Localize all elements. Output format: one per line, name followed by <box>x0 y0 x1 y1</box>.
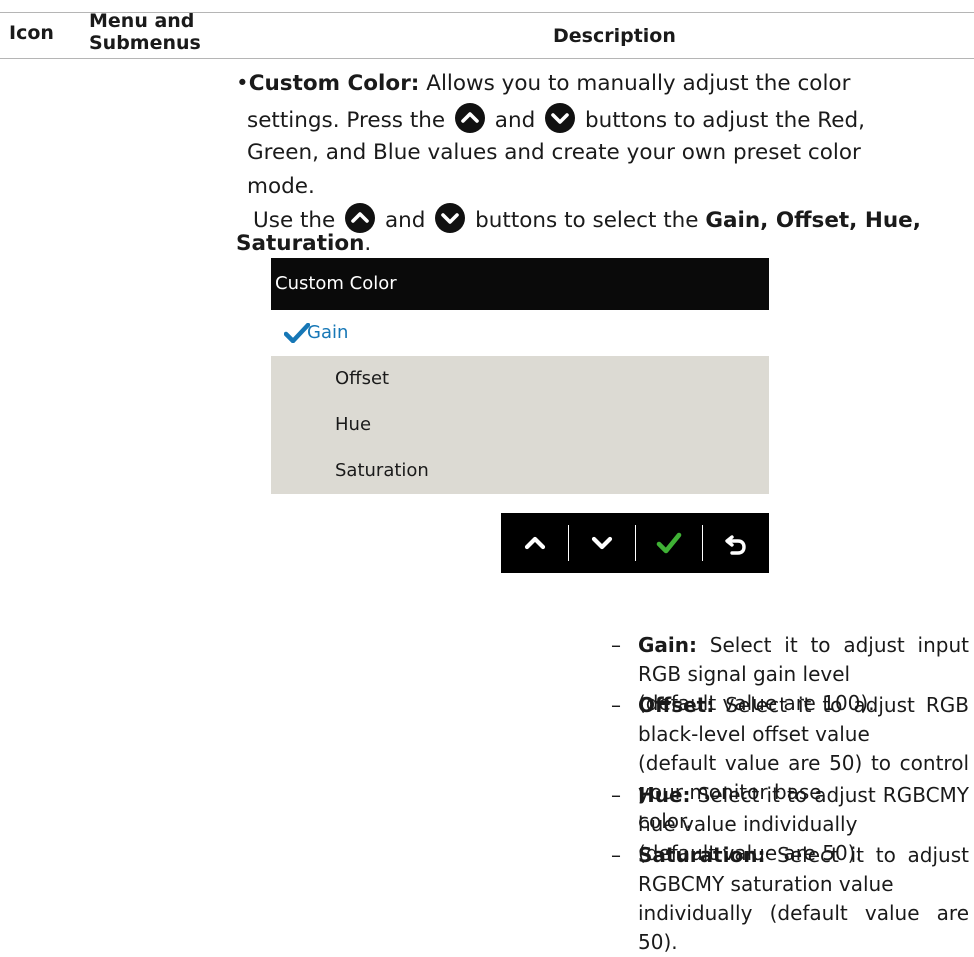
osd-custom-color-title: Custom Color <box>271 258 769 310</box>
table-header-rule <box>0 58 974 59</box>
bullet: • <box>236 71 249 96</box>
chevron-down-icon <box>591 536 612 550</box>
osd-option-label: Saturation <box>335 460 429 481</box>
confirm-button[interactable] <box>635 513 702 573</box>
column-header-menu-line1: Menu and <box>89 10 195 32</box>
custom-color-term: Custom Color: <box>248 71 420 96</box>
use-bold-options: Gain, Offset, Hue, <box>705 208 921 233</box>
chevron-up-icon <box>524 536 545 550</box>
use-text-c: buttons to select the <box>475 208 699 233</box>
column-header-icon: Icon <box>9 22 54 44</box>
item-line: individually (default value are 50). <box>638 901 969 954</box>
down-button[interactable] <box>568 513 635 573</box>
custom-color-line2: settings. Press the and buttons to adjus… <box>247 103 865 137</box>
custom-color-line3: Green, and Blue values and create your o… <box>247 140 861 165</box>
item-term: Hue: <box>638 783 691 807</box>
item-term: Offset: <box>638 693 715 717</box>
custom-color-line1-text: Allows you to manually adjust the color <box>419 71 851 96</box>
line2-text-a: settings. Press the <box>247 108 446 133</box>
item-dash: – <box>611 783 621 807</box>
osd-option-offset[interactable]: Offset <box>271 356 769 402</box>
custom-color-line4: mode. <box>247 174 315 199</box>
osd-option-gain[interactable]: Gain <box>271 310 769 356</box>
line2-text-b: and <box>494 108 536 133</box>
use-text-b: and <box>384 208 426 233</box>
osd-option-label: Gain <box>307 322 349 343</box>
item-dash: – <box>611 843 621 867</box>
osd-option-label: Hue <box>335 414 372 435</box>
osd-navigation-bar <box>501 513 769 573</box>
item-saturation: Saturation: Select it to adjust RGBCMY s… <box>638 841 969 957</box>
back-arrow-icon <box>724 535 746 555</box>
use-buttons-line2: Saturation. <box>236 228 371 260</box>
item-term: Saturation: <box>638 843 766 867</box>
checkmark-icon <box>656 532 681 554</box>
circle-chevron-up-icon <box>454 103 485 133</box>
osd-option-hue[interactable]: Hue <box>271 402 769 448</box>
osd-option-label: Offset <box>335 368 390 389</box>
column-header-description: Description <box>553 25 676 47</box>
line2-text-c: buttons to adjust the Red, <box>584 108 865 133</box>
custom-color-line1: •Custom Color: Allows you to manually ad… <box>236 68 850 100</box>
back-button[interactable] <box>702 513 769 573</box>
up-button[interactable] <box>501 513 568 573</box>
osd-option-saturation[interactable]: Saturation <box>271 448 769 494</box>
column-header-menu-line2: Submenus <box>89 32 201 54</box>
use-bold-saturation: Saturation <box>236 231 365 256</box>
item-dash: – <box>611 693 621 717</box>
item-dash: – <box>611 633 621 657</box>
item-term: Gain: <box>638 633 698 657</box>
circle-chevron-down-icon <box>435 203 466 233</box>
circle-chevron-down-icon <box>545 103 576 133</box>
use-period: . <box>364 231 372 256</box>
